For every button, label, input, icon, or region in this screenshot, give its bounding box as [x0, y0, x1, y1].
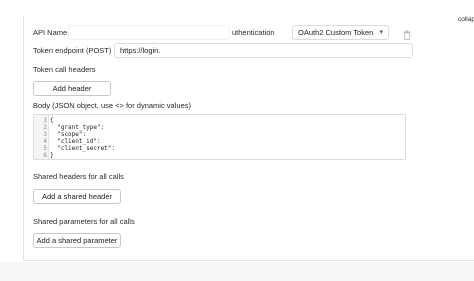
add-shared-header-button[interactable]: Add a shared header: [33, 189, 121, 204]
code-line: }: [50, 152, 54, 159]
line-number: 4: [43, 138, 47, 145]
json-body-editor[interactable]: 1 { 2 "grant_type": 3 "scope": 4 "client…: [33, 114, 406, 160]
authentication-value: OAuth2 Custom Token: [298, 28, 374, 37]
shared-headers-label: Shared headers for all calls: [33, 172, 124, 181]
shared-parameters-label: Shared parameters for all calls: [33, 217, 135, 226]
code-line: {: [50, 117, 54, 124]
token-endpoint-label: Token endpoint (POST): [33, 46, 112, 55]
code-line: "grant_type":: [50, 124, 105, 131]
code-line: "client_secret":: [50, 145, 116, 152]
token-endpoint-input[interactable]: https://login.: [114, 43, 413, 58]
line-number: 5: [43, 145, 47, 152]
page-background-strip: [0, 262, 474, 281]
add-header-button[interactable]: Add header: [33, 81, 111, 96]
collapse-link[interactable]: collap: [458, 15, 474, 24]
line-number: 3: [43, 131, 47, 138]
authentication-dropdown[interactable]: OAuth2 Custom Token ▾: [292, 25, 389, 40]
add-shared-parameter-button[interactable]: Add a shared parameter: [33, 233, 121, 248]
api-name-label: API Name: [33, 28, 68, 37]
token-headers-label: Token call headers: [33, 65, 96, 74]
line-number: 6: [43, 152, 47, 159]
authentication-label: uthentication: [232, 28, 275, 37]
chevron-down-icon: ▾: [379, 29, 383, 36]
code-line: "client_id":: [50, 138, 101, 145]
line-number: 1: [43, 117, 47, 124]
line-number: 2: [43, 124, 47, 131]
code-line: "scope":: [50, 131, 87, 138]
trash-icon[interactable]: [403, 27, 411, 41]
api-name-input[interactable]: [68, 25, 230, 40]
body-label: Body (JSON object, use <> for dynamic va…: [33, 101, 191, 110]
